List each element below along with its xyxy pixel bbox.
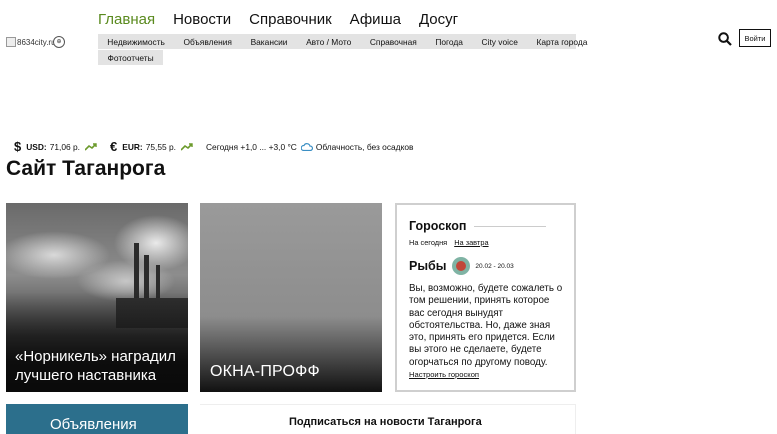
- dollar-icon: $: [14, 139, 22, 154]
- sub-nav-item-map[interactable]: Карта города: [527, 37, 597, 47]
- cloud-icon: [300, 142, 313, 151]
- usd-label: USD:: [26, 141, 47, 152]
- sub-nav-item-help[interactable]: Справочная: [361, 37, 427, 47]
- zodiac-sign-name: Рыбы: [409, 259, 447, 273]
- sub-nav-item-realty[interactable]: Недвижимость: [98, 37, 174, 47]
- eur-label: EUR:: [122, 141, 143, 152]
- sub-nav-item-jobs[interactable]: Вакансии: [241, 37, 297, 47]
- trend-up-icon: [181, 142, 193, 151]
- nav-item-leisure[interactable]: Досуг: [419, 11, 458, 28]
- promo-card[interactable]: ОКНА-ПРОФФ: [200, 203, 382, 392]
- nav-item-directory[interactable]: Справочник: [249, 11, 332, 28]
- eur-value: 75,55 р.: [145, 141, 176, 152]
- age-rating-badge: ⊕: [53, 36, 65, 48]
- login-button[interactable]: Войти: [739, 29, 771, 47]
- euro-icon: €: [110, 139, 118, 154]
- sub-nav: Недвижимость Объявления Вакансии Авто / …: [98, 34, 587, 65]
- page-title: Сайт Таганрога: [6, 157, 166, 180]
- main-nav: Главная Новости Справочник Афиша Досуг: [98, 11, 458, 28]
- ads-card-title: Объявления: [50, 416, 137, 433]
- site-logo[interactable]: 8634city.ru ⊕: [6, 34, 66, 50]
- weather-temp: Сегодня +1,0 ... +3,0 °C: [206, 141, 297, 152]
- nav-item-home[interactable]: Главная: [98, 11, 155, 28]
- sub-nav-item-city-voice[interactable]: City voice: [472, 37, 527, 47]
- subscribe-block: Подписаться на новости Таганрога: [200, 404, 576, 434]
- weather-desc: Облачность, без осадков: [315, 141, 414, 152]
- pisces-icon: [452, 257, 471, 275]
- news-card-title: «Норникель» наградил лучшего наставника: [15, 348, 176, 384]
- nav-item-news[interactable]: Новости: [173, 11, 231, 28]
- ads-card[interactable]: Объявления: [6, 404, 188, 434]
- sub-nav-row: Недвижимость Объявления Вакансии Авто / …: [98, 34, 587, 49]
- sub-nav-item-ads[interactable]: Объявления: [174, 37, 241, 47]
- tab-tomorrow[interactable]: На завтра: [454, 238, 488, 247]
- logo-alt-text: 8634city.ru: [17, 37, 56, 47]
- sub-nav-row: Фотоотчеты: [98, 50, 164, 65]
- sub-nav-item-weather[interactable]: Погода: [426, 37, 472, 47]
- horoscope-widget: Гороскоп На сегодня На завтра Рыбы 20.02…: [395, 203, 576, 392]
- sub-nav-item-auto[interactable]: Авто / Мото: [297, 37, 361, 47]
- news-card[interactable]: «Норникель» наградил лучшего наставника: [6, 203, 188, 392]
- usd-value: 71,06 р.: [49, 141, 80, 152]
- broken-image-icon: [6, 37, 16, 47]
- trend-up-icon: [85, 142, 97, 151]
- configure-horoscope-link[interactable]: Настроить гороскоп: [409, 370, 479, 379]
- info-bar: $ USD: 71,06 р. € EUR: 75,55 р. Сегодня …: [14, 139, 413, 154]
- zodiac-dates: 20.02 - 20.03: [475, 262, 514, 270]
- sub-nav-item-photos[interactable]: Фотоотчеты: [98, 53, 163, 63]
- tab-today[interactable]: На сегодня: [409, 238, 447, 247]
- promo-card-title: ОКНА-ПРОФФ: [210, 363, 320, 380]
- nav-item-events[interactable]: Афиша: [350, 11, 401, 28]
- subscribe-title: Подписаться на новости Таганрога: [289, 416, 482, 428]
- horoscope-text: Вы, возможно, будете сожалеть о том реше…: [409, 283, 563, 368]
- horoscope-title: Гороскоп: [409, 219, 467, 233]
- search-icon[interactable]: [718, 32, 732, 46]
